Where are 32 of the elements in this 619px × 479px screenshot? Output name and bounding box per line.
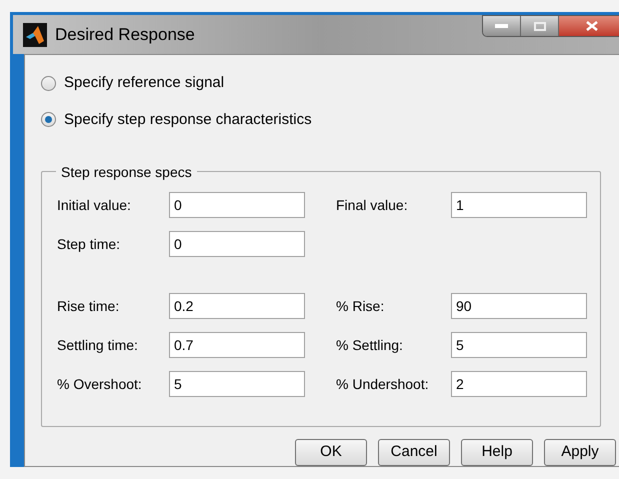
minimize-button[interactable] (483, 16, 521, 36)
radio-label: Specify reference signal (64, 73, 224, 93)
field-label: % Rise: (336, 296, 386, 316)
field-label: Settling time: (57, 336, 139, 355)
input-field[interactable]: 2 (451, 371, 587, 397)
radio-button[interactable] (41, 112, 56, 128)
dialog-button[interactable]: Apply (544, 439, 616, 466)
field-label: Final value: (336, 196, 409, 214)
input-field[interactable]: 0 (169, 192, 305, 218)
input-field[interactable]: 5 (451, 332, 587, 358)
field-label: % Overshoot: (57, 374, 143, 394)
close-button[interactable] (559, 16, 619, 36)
input-field[interactable]: 90 (451, 293, 587, 319)
radio-label: Specify step response characteristics (64, 110, 312, 130)
maximize-button[interactable] (521, 16, 559, 36)
input-field[interactable]: 0 (169, 231, 305, 257)
field-label: Initial value: (57, 196, 132, 214)
window-title: Desired Response (55, 24, 195, 46)
field-label: Step time: (57, 234, 122, 254)
app-logo-icon (23, 22, 47, 46)
field-label: % Undershoot: (336, 374, 430, 394)
dialog-button[interactable]: Help (461, 439, 533, 466)
input-field[interactable]: 0.2 (169, 293, 305, 319)
field-label: Rise time: (57, 296, 120, 316)
dialog-button[interactable]: OK (295, 439, 367, 466)
close-icon (586, 21, 598, 31)
input-field[interactable]: 5 (169, 371, 305, 397)
radio-button[interactable] (41, 76, 56, 91)
dialog-button[interactable]: Cancel (378, 439, 450, 466)
field-label: % Settling: (336, 336, 404, 355)
input-field[interactable]: 1 (451, 192, 587, 218)
input-field[interactable]: 0.7 (169, 332, 305, 358)
